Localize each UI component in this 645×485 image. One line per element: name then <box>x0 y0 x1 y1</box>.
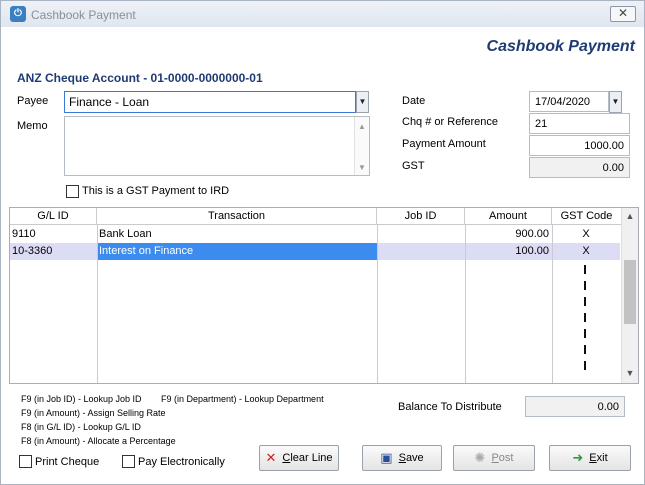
hint-allocate-percentage: F8 (in Amount) - Allocate a Percentage <box>21 436 176 446</box>
column-header-job-id[interactable]: Job ID <box>377 208 465 225</box>
save-button[interactable]: ▣ Save <box>362 445 442 471</box>
gst-code-marker <box>584 313 586 322</box>
cell-job-id[interactable] <box>377 226 465 243</box>
cell-gst-code[interactable]: X <box>552 226 620 243</box>
cell-amount[interactable]: 900.00 <box>465 226 552 243</box>
cell-transaction[interactable]: Interest on Finance <box>97 243 377 260</box>
cell-transaction[interactable]: Bank Loan <box>97 226 377 243</box>
save-mnemonic: S <box>398 452 406 464</box>
column-header-gst-code[interactable]: GST Code <box>552 208 621 225</box>
power-icon: ⏻ <box>10 6 26 22</box>
form-body: Cashbook Payment ANZ Cheque Account - 01… <box>9 30 639 480</box>
calendar-dropdown-icon: ▼ <box>611 97 620 106</box>
reference-input[interactable]: 21 <box>529 113 630 134</box>
account-title: ANZ Cheque Account - 01-0000-0000000-01 <box>17 71 263 85</box>
save-label: ave <box>405 452 424 464</box>
cell-amount[interactable]: 100.00 <box>465 243 552 260</box>
scroll-up-icon[interactable]: ▲ <box>622 211 638 221</box>
cell-gl-id[interactable]: 10-3360 <box>10 243 97 260</box>
payment-amount-input[interactable]: 1000.00 <box>529 135 630 156</box>
column-header-gl-id[interactable]: G/L ID <box>10 208 97 225</box>
scroll-up-icon[interactable]: ▲ <box>355 122 369 131</box>
table-row[interactable]: 9110 Bank Loan 900.00 X <box>10 226 620 243</box>
gst-code-marker <box>584 345 586 354</box>
scroll-down-icon[interactable]: ▼ <box>355 163 369 172</box>
column-divider <box>97 225 98 383</box>
post-label: ost <box>498 452 514 464</box>
gst-code-marker <box>584 297 586 306</box>
exit-label: xit <box>596 452 608 464</box>
floppy-disk-icon: ▣ <box>380 450 393 465</box>
clear-line-button[interactable]: ✕ Clear Line <box>259 445 339 471</box>
pay-electronically-label: Pay Electronically <box>138 456 225 468</box>
grid-header: G/L ID Transaction Job ID Amount GST Cod… <box>10 208 621 225</box>
close-button[interactable]: ✕ <box>610 6 636 22</box>
clear-line-label: lear Line <box>290 452 333 464</box>
payment-amount-label: Payment Amount <box>402 138 486 150</box>
post-button[interactable]: ✺ Post <box>453 445 535 471</box>
spinner-icon: ✺ <box>474 450 486 465</box>
reference-label: Chq # or Reference <box>402 116 498 128</box>
print-cheque-checkbox[interactable] <box>19 455 32 468</box>
cell-gl-id[interactable]: 9110 <box>10 226 97 243</box>
close-icon: ✕ <box>617 6 629 20</box>
hint-department: F9 (in Department) - Lookup Department <box>161 394 324 404</box>
scroll-down-icon[interactable]: ▼ <box>622 368 638 378</box>
column-header-transaction[interactable]: Transaction <box>97 208 377 225</box>
memo-scrollbar[interactable]: ▲ ▼ <box>354 117 369 175</box>
hint-selling-rate: F9 (in Amount) - Assign Selling Rate <box>21 408 166 418</box>
allocation-grid[interactable]: G/L ID Transaction Job ID Amount GST Cod… <box>9 207 639 384</box>
window-title: Cashbook Payment <box>31 8 136 22</box>
red-x-icon: ✕ <box>265 450 277 465</box>
payee-label: Payee <box>17 95 49 107</box>
date-label: Date <box>402 95 426 107</box>
hint-gl-id: F8 (in G/L ID) - Lookup G/L ID <box>21 422 141 432</box>
gst-payment-label: This is a GST Payment to IRD <box>82 185 230 197</box>
memo-label: Memo <box>17 120 48 132</box>
post-mnemonic: P <box>491 452 499 464</box>
cell-job-id[interactable] <box>377 243 465 260</box>
exit-door-icon: ➜ <box>572 450 584 465</box>
table-row[interactable]: 10-3360 Interest on Finance 100.00 X <box>10 243 620 260</box>
cashbook-payment-window: ⏻ Cashbook Payment ✕ Cashbook Payment AN… <box>0 0 645 485</box>
hint-job-id: F9 (in Job ID) - Lookup Job ID <box>21 394 142 404</box>
form-heading: Cashbook Payment <box>486 38 635 55</box>
column-header-amount[interactable]: Amount <box>465 208 552 225</box>
column-divider <box>377 225 378 383</box>
payee-input[interactable]: Finance - Loan <box>64 91 356 113</box>
date-input[interactable]: 17/04/2020 <box>529 91 609 112</box>
gst-code-marker <box>584 329 586 338</box>
balance-value: 0.00 <box>525 396 625 417</box>
exit-mnemonic: E <box>589 452 597 464</box>
payee-dropdown-button[interactable]: ▼ <box>356 91 369 113</box>
column-divider <box>465 225 466 383</box>
memo-textarea[interactable]: ▲ ▼ <box>64 116 370 176</box>
column-divider <box>552 225 553 383</box>
pay-electronically-checkbox[interactable] <box>122 455 135 468</box>
print-cheque-label: Print Cheque <box>35 456 100 468</box>
gst-code-marker <box>584 361 586 370</box>
date-dropdown-button[interactable]: ▼ <box>609 91 622 113</box>
title-bar: ⏻ Cashbook Payment ✕ <box>1 1 644 27</box>
cell-gst-code[interactable]: X <box>552 243 620 260</box>
gst-label: GST <box>402 160 425 172</box>
gst-value: 0.00 <box>529 157 630 178</box>
scrollbar-thumb[interactable] <box>624 260 636 324</box>
chevron-down-icon: ▼ <box>358 97 367 106</box>
gst-code-marker <box>584 265 586 274</box>
grid-scrollbar[interactable]: ▲ ▼ <box>621 208 638 383</box>
gst-payment-checkbox[interactable] <box>66 185 79 198</box>
exit-button[interactable]: ➜ Exit <box>549 445 631 471</box>
balance-label: Balance To Distribute <box>398 401 502 413</box>
gst-code-marker <box>584 281 586 290</box>
